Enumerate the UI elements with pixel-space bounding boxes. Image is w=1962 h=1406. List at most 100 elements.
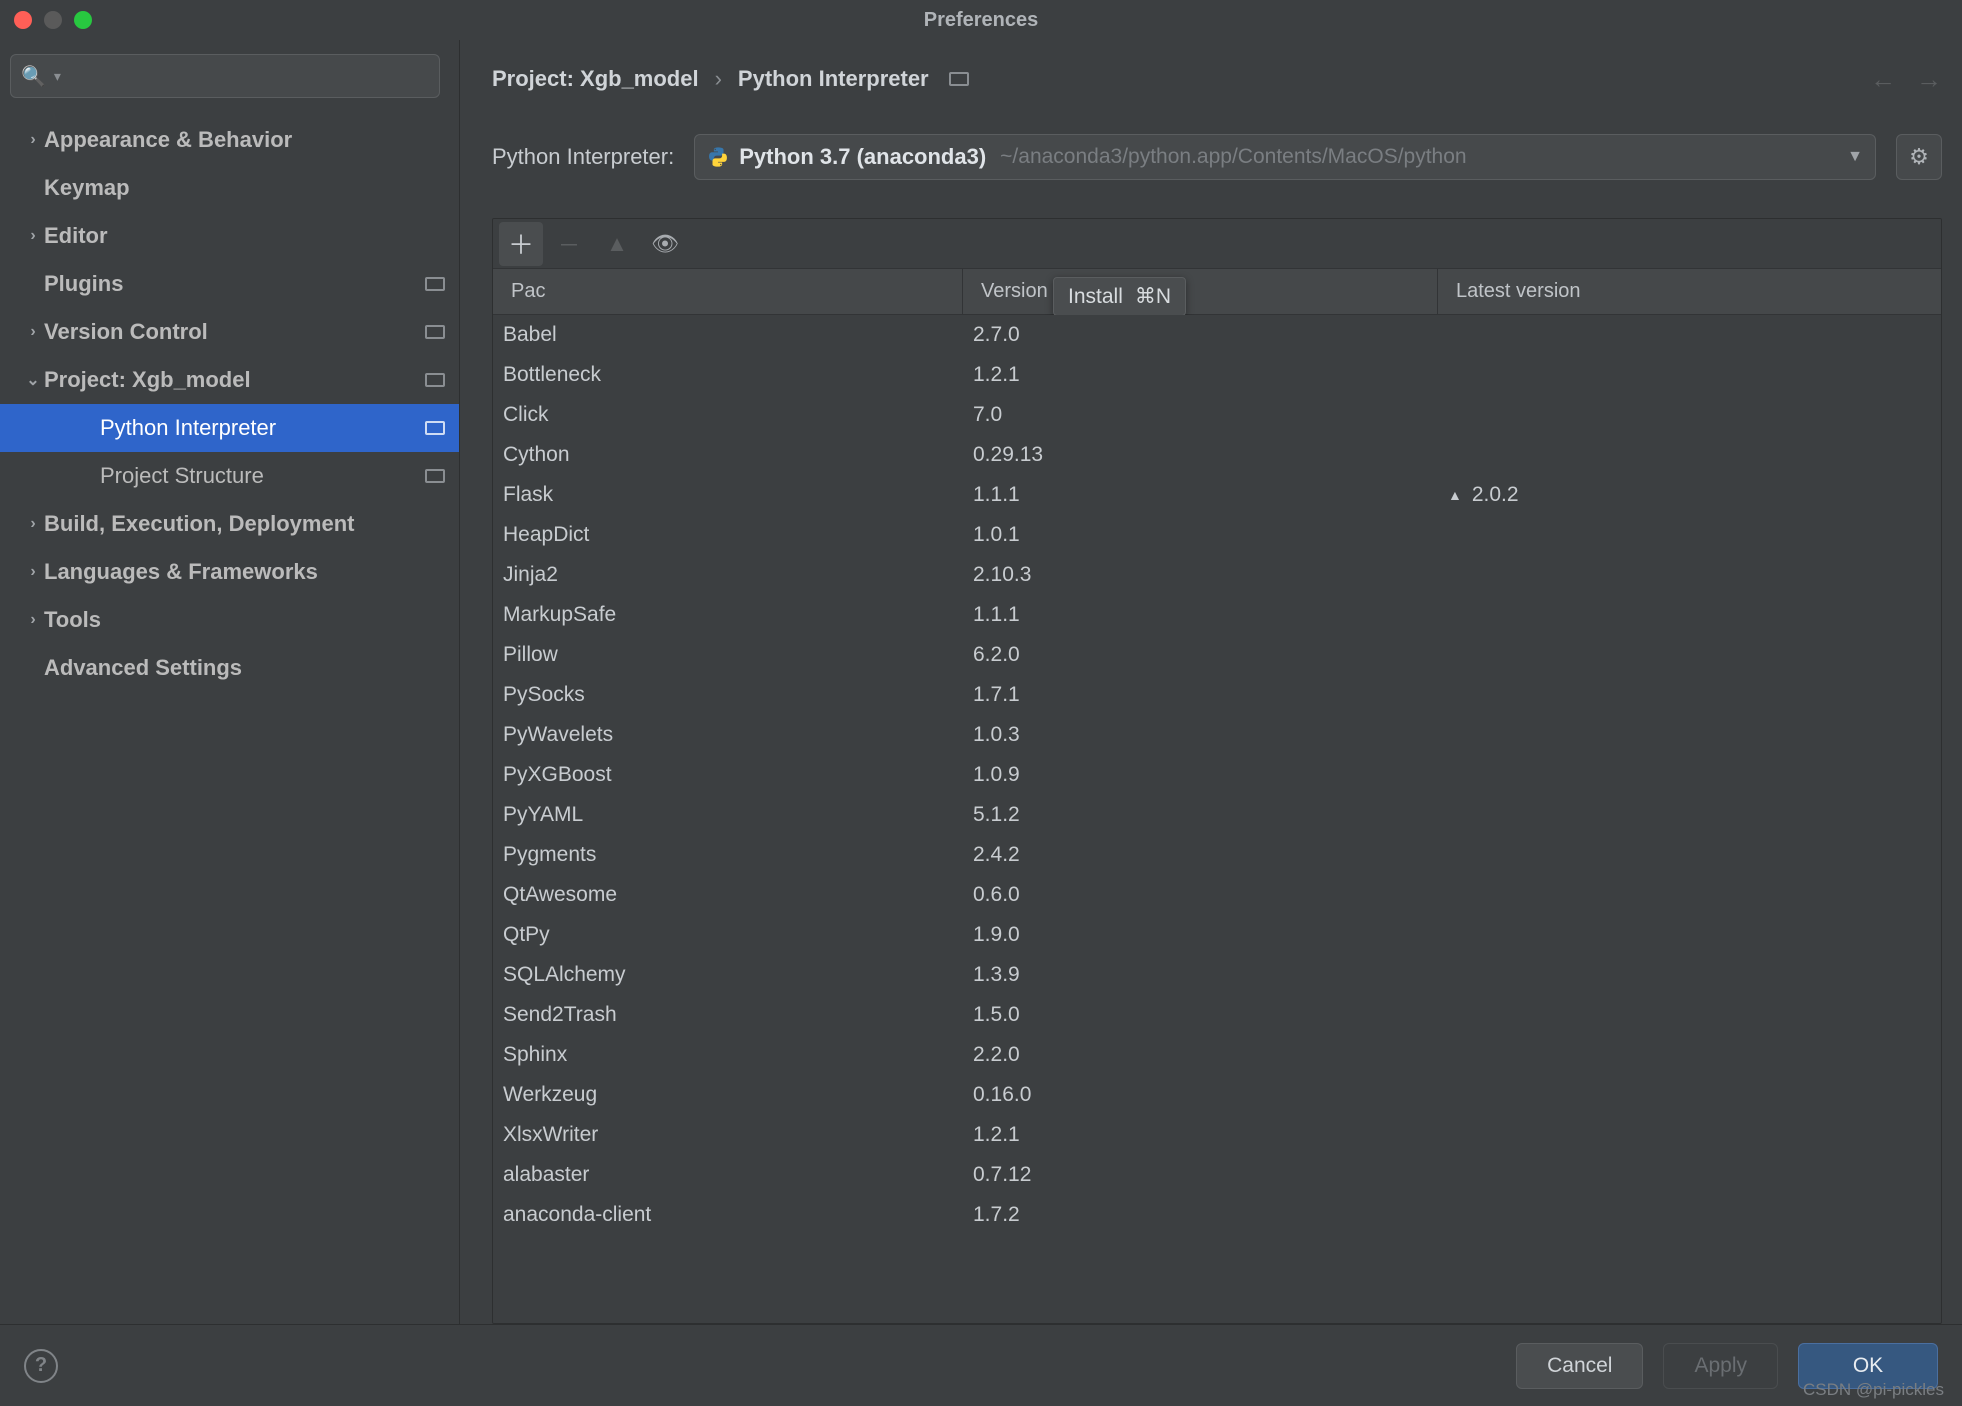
close-icon[interactable] [14, 11, 32, 29]
chevron-right-icon: › [22, 323, 44, 341]
sidebar-item-advanced-settings[interactable]: Advanced Settings [0, 644, 459, 692]
sidebar-item-project-xgb-model[interactable]: ⌄Project: Xgb_model [0, 356, 459, 404]
project-badge-icon [425, 277, 445, 291]
sidebar-item-build-execution-deployment[interactable]: ›Build, Execution, Deployment [0, 500, 459, 548]
package-name: Click [493, 403, 963, 427]
sidebar-item-label: Appearance & Behavior [44, 127, 292, 153]
chevron-right-icon: › [22, 227, 44, 245]
interpreter-row: Python Interpreter: Python 3.7 (anaconda… [492, 134, 1942, 180]
help-button[interactable]: ? [24, 1349, 58, 1383]
package-name: PyXGBoost [493, 763, 963, 787]
chevron-right-icon: › [22, 611, 44, 629]
remove-package-button[interactable]: － [547, 222, 591, 266]
table-row[interactable]: PyWavelets1.0.3 [493, 715, 1941, 755]
package-version: 1.5.0 [963, 1003, 1438, 1027]
apply-button[interactable]: Apply [1663, 1343, 1778, 1389]
package-name: SQLAlchemy [493, 963, 963, 987]
search-field[interactable] [69, 65, 429, 88]
back-icon[interactable]: ← [1870, 64, 1896, 95]
table-row[interactable]: Cython0.29.13 [493, 435, 1941, 475]
sidebar-item-keymap[interactable]: Keymap [0, 164, 459, 212]
table-row[interactable]: Sphinx2.2.0 [493, 1035, 1941, 1075]
column-package[interactable]: Pac [493, 269, 963, 314]
sidebar-item-version-control[interactable]: ›Version Control [0, 308, 459, 356]
breadcrumb-root[interactable]: Project: Xgb_model [492, 66, 699, 92]
python-icon [707, 146, 729, 168]
table-row[interactable]: Send2Trash1.5.0 [493, 995, 1941, 1035]
package-version: 1.0.9 [963, 763, 1438, 787]
nav-arrows: ← → [1870, 64, 1942, 95]
package-latest: ▲2.0.2 [1438, 483, 1941, 507]
sidebar-item-label: Languages & Frameworks [44, 559, 318, 585]
package-name: PyWavelets [493, 723, 963, 747]
package-name: Pillow [493, 643, 963, 667]
table-row[interactable]: anaconda-client1.7.2 [493, 1195, 1941, 1235]
tooltip-shortcut: ⌘N [1135, 284, 1171, 309]
search-input[interactable]: 🔍 ▾ [10, 54, 440, 98]
window-controls [14, 11, 92, 29]
package-version: 1.1.1 [963, 603, 1438, 627]
interpreter-settings-button[interactable]: ⚙ [1896, 134, 1942, 180]
sidebar-item-python-interpreter[interactable]: Python Interpreter [0, 404, 459, 452]
table-row[interactable]: Pillow6.2.0 [493, 635, 1941, 675]
table-row[interactable]: PySocks1.7.1 [493, 675, 1941, 715]
table-row[interactable]: Babel2.7.0 [493, 315, 1941, 355]
sidebar-item-label: Editor [44, 223, 108, 249]
package-name: alabaster [493, 1163, 963, 1187]
table-row[interactable]: XlsxWriter1.2.1 [493, 1115, 1941, 1155]
table-row[interactable]: Click7.0 [493, 395, 1941, 435]
maximize-icon[interactable] [74, 11, 92, 29]
package-version: 1.3.9 [963, 963, 1438, 987]
packages-table-body[interactable]: Babel2.7.0Bottleneck1.2.1Click7.0Cython0… [493, 315, 1941, 1323]
package-name: HeapDict [493, 523, 963, 547]
package-name: Flask [493, 483, 963, 507]
sidebar: 🔍 ▾ ›Appearance & BehaviorKeymap›EditorP… [0, 40, 460, 1324]
breadcrumb-leaf: Python Interpreter [738, 66, 929, 92]
sidebar-item-tools[interactable]: ›Tools [0, 596, 459, 644]
table-row[interactable]: SQLAlchemy1.3.9 [493, 955, 1941, 995]
table-row[interactable]: QtAwesome0.6.0 [493, 875, 1941, 915]
upgrade-package-button[interactable]: ▲ [595, 222, 639, 266]
package-version: 1.1.1 [963, 483, 1438, 507]
table-row[interactable]: HeapDict1.0.1 [493, 515, 1941, 555]
package-version: 2.4.2 [963, 843, 1438, 867]
sidebar-item-appearance-behavior[interactable]: ›Appearance & Behavior [0, 116, 459, 164]
table-row[interactable]: Bottleneck1.2.1 [493, 355, 1941, 395]
cancel-button[interactable]: Cancel [1516, 1343, 1643, 1389]
settings-tree: ›Appearance & BehaviorKeymap›EditorPlugi… [0, 110, 459, 1324]
table-row[interactable]: Flask1.1.1▲2.0.2 [493, 475, 1941, 515]
sidebar-item-editor[interactable]: ›Editor [0, 212, 459, 260]
table-row[interactable]: Jinja22.10.3 [493, 555, 1941, 595]
package-name: Werkzeug [493, 1083, 963, 1107]
table-row[interactable]: Werkzeug0.16.0 [493, 1075, 1941, 1115]
sidebar-item-plugins[interactable]: Plugins [0, 260, 459, 308]
chevron-right-icon: › [22, 515, 44, 533]
sidebar-item-label: Plugins [44, 271, 123, 297]
plus-icon: ＋ [508, 225, 534, 262]
table-row[interactable]: Pygments2.4.2 [493, 835, 1941, 875]
table-row[interactable]: alabaster0.7.12 [493, 1155, 1941, 1195]
add-package-button[interactable]: ＋ [499, 222, 543, 266]
upgrade-available-icon: ▲ [1448, 487, 1462, 503]
forward-icon[interactable]: → [1916, 64, 1942, 95]
table-row[interactable]: PyYAML5.1.2 [493, 795, 1941, 835]
table-row[interactable]: PyXGBoost1.0.9 [493, 755, 1941, 795]
sidebar-item-project-structure[interactable]: Project Structure [0, 452, 459, 500]
packages-header: Pac Version Latest version [493, 269, 1941, 315]
table-row[interactable]: QtPy1.9.0 [493, 915, 1941, 955]
package-name: PyYAML [493, 803, 963, 827]
table-row[interactable]: MarkupSafe1.1.1 [493, 595, 1941, 635]
sidebar-item-label: Project: Xgb_model [44, 367, 251, 393]
column-latest[interactable]: Latest version [1438, 269, 1941, 314]
minimize-icon[interactable] [44, 11, 62, 29]
package-version: 1.7.2 [963, 1203, 1438, 1227]
show-early-releases-button[interactable]: 👁 [643, 222, 687, 266]
project-badge-icon [425, 373, 445, 387]
packages-panel: ＋ － ▲ 👁 Pac Version Latest version Insta… [492, 218, 1942, 1324]
chevron-down-icon: ▾ [54, 68, 61, 85]
column-version[interactable]: Version [963, 269, 1438, 314]
package-name: Bottleneck [493, 363, 963, 387]
minus-icon: － [558, 228, 580, 260]
sidebar-item-languages-frameworks[interactable]: ›Languages & Frameworks [0, 548, 459, 596]
interpreter-select[interactable]: Python 3.7 (anaconda3) ~/anaconda3/pytho… [694, 134, 1876, 180]
